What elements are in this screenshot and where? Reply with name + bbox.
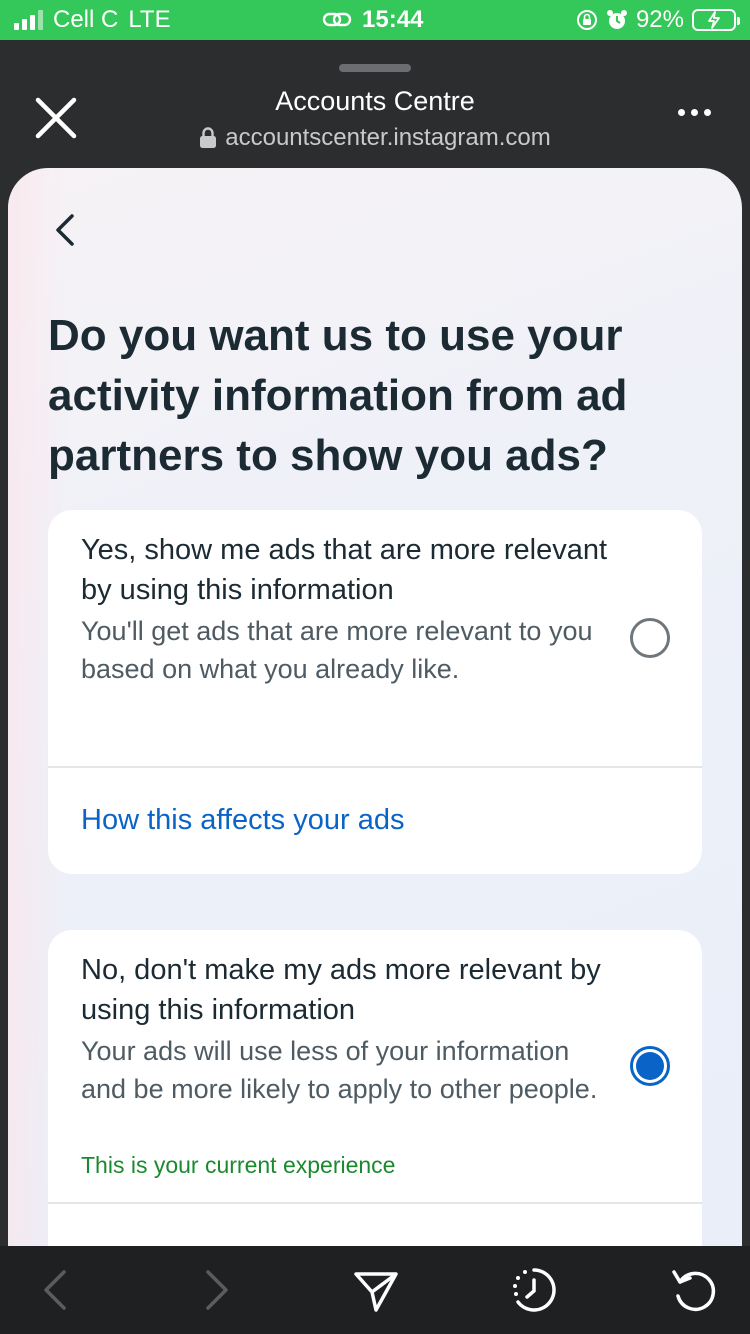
lock-icon [200,127,217,148]
divider [48,766,702,768]
option-yes[interactable]: Yes, show me ads that are more relevant … [48,510,702,768]
status-left: Cell C LTE [14,0,171,40]
forward-arrow-icon[interactable] [192,1266,240,1314]
divider [48,1202,702,1204]
option-card-no: No, don't make my ads more relevant by u… [48,930,702,1248]
browser-url: accountscenter.instagram.com [0,124,750,152]
option-no-radio[interactable] [630,1046,670,1086]
network-type: LTE [128,6,171,33]
current-experience-label: This is your current experience [81,1152,396,1178]
browser-title: Accounts Centre [275,86,475,116]
battery-percent: 92% [635,6,684,33]
history-icon[interactable] [510,1266,558,1314]
status-bar: Cell C LTE 15:44 92% [0,0,750,40]
browser-header: Accounts Centre accountscenter.instagram… [0,40,750,168]
option-yes-description: You'll get ads that are more relevant to… [81,616,593,684]
charging-bolt-icon [708,11,720,29]
link-icon [322,12,352,27]
carrier-name: Cell C [53,6,119,33]
option-no-title: No, don't make my ads more relevant by u… [81,954,601,1026]
how-affects-ads-link[interactable]: How this affects your ads [81,804,404,837]
url-text: accountscenter.instagram.com [225,124,551,151]
battery-icon [692,9,740,31]
share-icon[interactable] [352,1266,400,1314]
option-yes-title: Yes, show me ads that are more relevant … [81,534,608,606]
option-no-description: Your ads will use less of your informati… [81,1036,598,1104]
clock-time: 15:44 [362,6,424,33]
sheet-grabber[interactable] [339,64,411,72]
option-card-yes: Yes, show me ads that are more relevant … [48,510,702,874]
refresh-icon[interactable] [670,1266,718,1314]
more-icon[interactable] [672,102,716,122]
page-title: Do you want us to use your activity info… [48,311,628,480]
status-right: 92% [576,0,740,40]
option-yes-radio[interactable] [630,618,670,658]
orientation-lock-icon [576,10,597,30]
back-icon[interactable] [44,208,88,252]
back-arrow-icon[interactable] [32,1266,80,1314]
alarm-icon [606,10,627,29]
status-center: 15:44 [322,0,423,40]
content-sheet: Do you want us to use your activity info… [8,168,742,1248]
signal-icon [14,10,43,30]
option-no[interactable]: No, don't make my ads more relevant by u… [48,930,702,1202]
browser-toolbar [0,1246,750,1334]
